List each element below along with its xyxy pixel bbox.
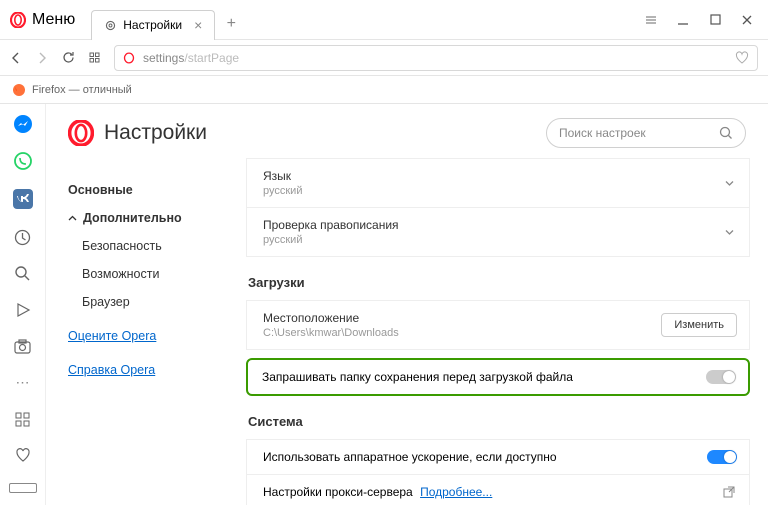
- proxy-label: Настройки прокси-сервера: [263, 485, 413, 499]
- messenger-icon[interactable]: [12, 114, 34, 134]
- whatsapp-icon[interactable]: [12, 152, 34, 170]
- tab-settings[interactable]: Настройки ×: [91, 10, 215, 40]
- nav-advanced[interactable]: Дополнительно: [68, 204, 246, 232]
- window-controls: [644, 13, 768, 27]
- ask-folder-toggle[interactable]: [706, 370, 736, 384]
- bookmarks-bar: Firefox — отличный: [0, 76, 768, 104]
- opera-small-icon: [123, 52, 135, 64]
- download-location-row: Местоположение C:\Users\kmwar\Downloads …: [246, 300, 750, 350]
- proxy-row[interactable]: Настройки прокси-сервера Подробнее...: [246, 475, 750, 505]
- opera-header-icon: [68, 120, 94, 146]
- chevron-down-icon: [724, 178, 735, 189]
- sidebar-collapse-icon[interactable]: [9, 483, 37, 493]
- proxy-learn-more-link[interactable]: Подробнее...: [420, 485, 492, 499]
- nav-help-opera[interactable]: Справка Opera: [68, 356, 246, 384]
- bookmark-item[interactable]: Firefox — отличный: [32, 84, 132, 96]
- tab-label: Настройки: [123, 18, 182, 32]
- search-sidebar-icon[interactable]: [12, 265, 34, 283]
- ask-folder-label: Запрашивать папку сохранения перед загру…: [262, 370, 573, 384]
- menu-button[interactable]: Меню: [0, 0, 85, 39]
- heart-sidebar-icon[interactable]: [12, 446, 34, 464]
- apps-icon[interactable]: [12, 410, 34, 428]
- nav-main[interactable]: Основные: [68, 176, 246, 204]
- forward-button[interactable]: [36, 52, 54, 64]
- downloads-section-title: Загрузки: [248, 275, 750, 290]
- hw-accel-label: Использовать аппаратное ускорение, если …: [263, 450, 557, 464]
- easy-setup-icon[interactable]: [644, 13, 658, 27]
- camera-icon[interactable]: [12, 337, 34, 355]
- search-placeholder: Поиск настроек: [559, 126, 646, 140]
- spellcheck-value: русский: [263, 234, 709, 246]
- language-value: русский: [263, 185, 709, 197]
- open-external-icon: [723, 486, 735, 498]
- spellcheck-label: Проверка правописания: [263, 218, 709, 232]
- maximize-button[interactable]: [708, 13, 722, 27]
- spellcheck-row[interactable]: Проверка правописания русский: [246, 208, 750, 257]
- opera-logo-icon: [10, 12, 26, 28]
- settings-header: Настройки Поиск настроек: [46, 104, 768, 158]
- url-input[interactable]: settings/startPage: [114, 45, 758, 71]
- left-sidebar: ⋯: [0, 104, 46, 505]
- dots-icon[interactable]: ⋯: [12, 374, 34, 392]
- nav-browser[interactable]: Браузер: [68, 288, 246, 316]
- play-icon[interactable]: [12, 301, 34, 319]
- language-label: Язык: [263, 169, 709, 183]
- settings-panel: Язык русский Проверка правописания русск…: [246, 158, 768, 505]
- system-section-title: Система: [248, 414, 750, 429]
- history-icon[interactable]: [12, 228, 34, 246]
- home-button[interactable]: [88, 51, 106, 64]
- settings-search-input[interactable]: Поиск настроек: [546, 118, 746, 148]
- settings-body: Основные Дополнительно Безопасность Возм…: [46, 158, 768, 505]
- location-label: Местоположение: [263, 311, 709, 325]
- settings-content: Настройки Поиск настроек Основные Дополн…: [46, 104, 768, 505]
- hw-accel-row[interactable]: Использовать аппаратное ускорение, если …: [246, 439, 750, 475]
- location-value: C:\Users\kmwar\Downloads: [263, 327, 709, 339]
- search-icon: [719, 126, 733, 140]
- change-location-button[interactable]: Изменить: [661, 313, 737, 337]
- back-button[interactable]: [10, 52, 28, 64]
- tab-close-icon[interactable]: ×: [194, 17, 202, 33]
- addressbar: settings/startPage: [0, 40, 768, 76]
- new-tab-button[interactable]: +: [219, 15, 243, 33]
- reload-button[interactable]: [62, 51, 80, 64]
- hw-accel-toggle[interactable]: [707, 450, 737, 464]
- page-title: Настройки: [104, 121, 207, 145]
- nav-rate-opera[interactable]: Оцените Opera: [68, 322, 246, 350]
- heart-icon[interactable]: [735, 51, 749, 65]
- minimize-button[interactable]: [676, 13, 690, 27]
- gear-icon: [104, 19, 117, 32]
- chevron-up-icon: [68, 214, 77, 223]
- nav-features[interactable]: Возможности: [68, 260, 246, 288]
- titlebar: Меню Настройки × +: [0, 0, 768, 40]
- ask-folder-row[interactable]: Запрашивать папку сохранения перед загру…: [246, 358, 750, 396]
- close-button[interactable]: [740, 13, 754, 27]
- menu-label: Меню: [32, 11, 75, 29]
- language-row[interactable]: Язык русский: [246, 158, 750, 208]
- nav-security[interactable]: Безопасность: [68, 232, 246, 260]
- firefox-icon: [12, 83, 26, 97]
- settings-nav: Основные Дополнительно Безопасность Возм…: [46, 158, 246, 505]
- vk-icon[interactable]: [12, 188, 34, 210]
- url-text: settings/startPage: [143, 51, 239, 65]
- main-area: ⋯ Настройки Поиск настроек Основные Допо…: [0, 104, 768, 505]
- chevron-down-icon: [724, 227, 735, 238]
